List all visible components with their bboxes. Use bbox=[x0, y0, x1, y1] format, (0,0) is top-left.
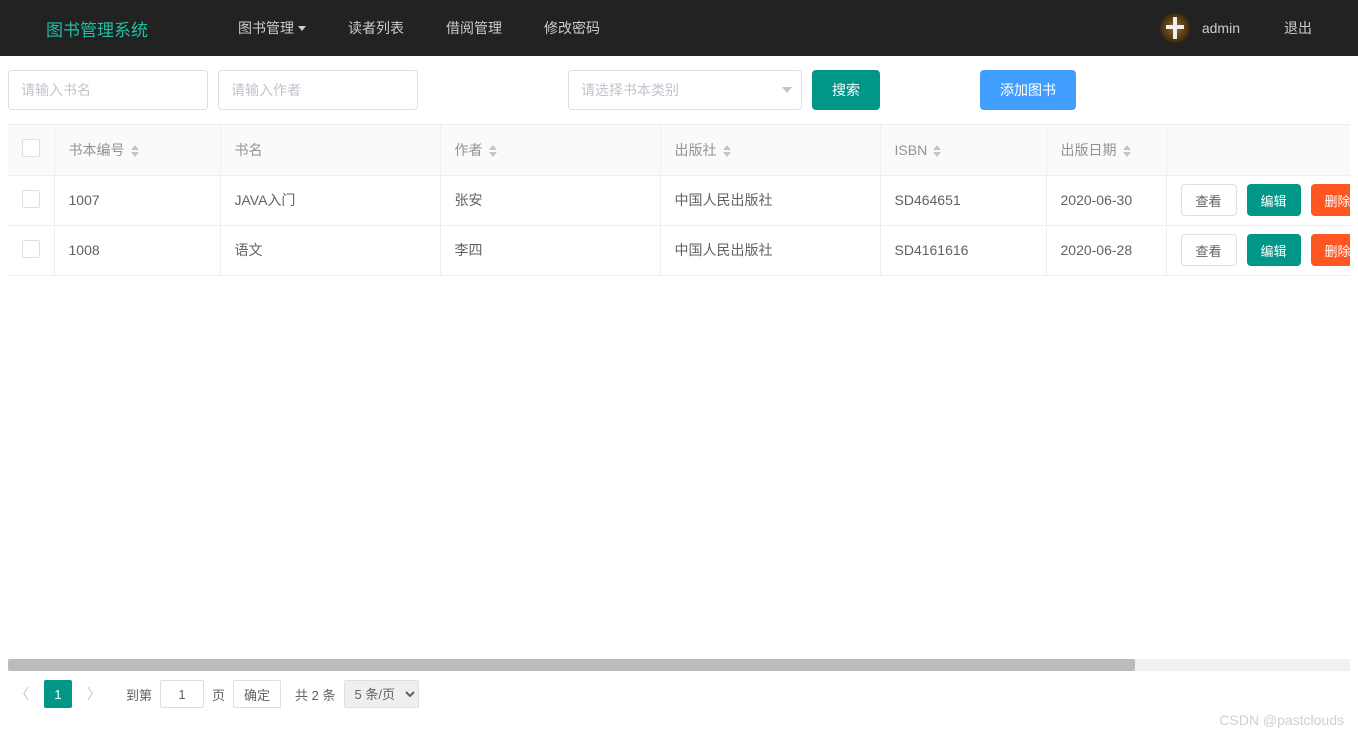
cell-name: JAVA入门 bbox=[220, 175, 440, 225]
pagination: 〈 1 〉 到第 页 确定 共 2 条 5 条/页 bbox=[0, 672, 1358, 716]
top-navbar: 图书管理系统 图书管理 读者列表 借阅管理 修改密码 admin 退出 bbox=[0, 0, 1358, 56]
nav-borrow-manage[interactable]: 借阅管理 bbox=[446, 18, 502, 38]
add-book-button[interactable]: 添加图书 bbox=[980, 70, 1076, 110]
col-header-publisher[interactable]: 出版社 bbox=[660, 125, 880, 175]
goto-confirm-button[interactable]: 确定 bbox=[233, 680, 281, 708]
horizontal-scrollbar[interactable] bbox=[8, 656, 1350, 672]
sort-icon bbox=[1123, 145, 1131, 157]
logout-link[interactable]: 退出 bbox=[1284, 18, 1312, 38]
col-header-date[interactable]: 出版日期 bbox=[1046, 125, 1166, 175]
edit-button[interactable]: 编辑 bbox=[1247, 234, 1301, 266]
nav-right: admin 退出 bbox=[1160, 13, 1312, 43]
cell-date: 2020-06-28 bbox=[1046, 225, 1166, 275]
sort-icon bbox=[489, 145, 497, 157]
table-header-row: 书本编号 书名 作者 出版社 ISBN 出版日期 bbox=[8, 125, 1350, 175]
page-size-select[interactable]: 5 条/页 bbox=[344, 680, 419, 708]
page-number-button[interactable]: 1 bbox=[44, 680, 72, 708]
user-block: admin bbox=[1160, 13, 1240, 43]
cell-author: 李四 bbox=[440, 225, 660, 275]
sort-icon bbox=[933, 145, 941, 157]
chevron-left-icon: 〈 bbox=[15, 684, 29, 704]
cell-id: 1007 bbox=[54, 175, 220, 225]
cell-publisher: 中国人民出版社 bbox=[660, 225, 880, 275]
table-row: 1007 JAVA入门 张安 中国人民出版社 SD464651 2020-06-… bbox=[8, 175, 1350, 225]
delete-button[interactable]: 删除 bbox=[1311, 234, 1350, 266]
nav-reader-list[interactable]: 读者列表 bbox=[348, 18, 404, 38]
sort-icon bbox=[723, 145, 731, 157]
book-table: 书本编号 书名 作者 出版社 ISBN 出版日期 1007 JAVA入门 张安 … bbox=[8, 124, 1350, 276]
goto-label-suffix: 页 bbox=[212, 685, 225, 704]
search-button[interactable]: 搜索 bbox=[812, 70, 880, 110]
prev-page-button[interactable]: 〈 bbox=[8, 680, 36, 708]
author-input[interactable] bbox=[218, 70, 418, 110]
table-row: 1008 语文 李四 中国人民出版社 SD4161616 2020-06-28 … bbox=[8, 225, 1350, 275]
view-button[interactable]: 查看 bbox=[1181, 184, 1237, 216]
sort-icon bbox=[131, 145, 139, 157]
nav-menu: 图书管理 读者列表 借阅管理 修改密码 bbox=[238, 18, 600, 38]
cell-isbn: SD464651 bbox=[880, 175, 1046, 225]
row-actions: 查看 编辑 删除 bbox=[1181, 234, 1351, 266]
chevron-down-icon bbox=[782, 87, 792, 93]
username-label[interactable]: admin bbox=[1202, 20, 1240, 36]
total-count-label: 共 2 条 bbox=[295, 685, 335, 704]
cell-publisher: 中国人民出版社 bbox=[660, 175, 880, 225]
col-header-isbn[interactable]: ISBN bbox=[880, 125, 1046, 175]
cell-author: 张安 bbox=[440, 175, 660, 225]
category-select[interactable]: 请选择书本类别 bbox=[568, 70, 802, 110]
delete-button[interactable]: 删除 bbox=[1311, 184, 1350, 216]
chevron-down-icon bbox=[298, 26, 306, 31]
app-brand: 图书管理系统 bbox=[46, 16, 148, 41]
col-header-author[interactable]: 作者 bbox=[440, 125, 660, 175]
cell-name: 语文 bbox=[220, 225, 440, 275]
cell-id: 1008 bbox=[54, 225, 220, 275]
col-header-name[interactable]: 书名 bbox=[220, 125, 440, 175]
nav-book-manage[interactable]: 图书管理 bbox=[238, 18, 306, 38]
cell-date: 2020-06-30 bbox=[1046, 175, 1166, 225]
search-toolbar: 请选择书本类别 搜索 添加图书 bbox=[0, 56, 1358, 124]
row-actions: 查看 编辑 删除 bbox=[1181, 184, 1351, 216]
avatar[interactable] bbox=[1160, 13, 1190, 43]
category-placeholder: 请选择书本类别 bbox=[581, 80, 679, 100]
row-checkbox[interactable] bbox=[22, 190, 40, 208]
nav-change-password[interactable]: 修改密码 bbox=[544, 18, 600, 38]
nav-book-manage-label: 图书管理 bbox=[238, 18, 294, 38]
edit-button[interactable]: 编辑 bbox=[1247, 184, 1301, 216]
col-header-id[interactable]: 书本编号 bbox=[54, 125, 220, 175]
view-button[interactable]: 查看 bbox=[1181, 234, 1237, 266]
goto-page-input[interactable] bbox=[160, 680, 204, 708]
col-header-actions bbox=[1166, 125, 1350, 175]
chevron-right-icon: 〉 bbox=[87, 684, 101, 704]
book-title-input[interactable] bbox=[8, 70, 208, 110]
cell-isbn: SD4161616 bbox=[880, 225, 1046, 275]
next-page-button[interactable]: 〉 bbox=[80, 680, 108, 708]
select-all-checkbox[interactable] bbox=[22, 139, 40, 157]
goto-label-prefix: 到第 bbox=[126, 685, 152, 704]
row-checkbox[interactable] bbox=[22, 240, 40, 258]
